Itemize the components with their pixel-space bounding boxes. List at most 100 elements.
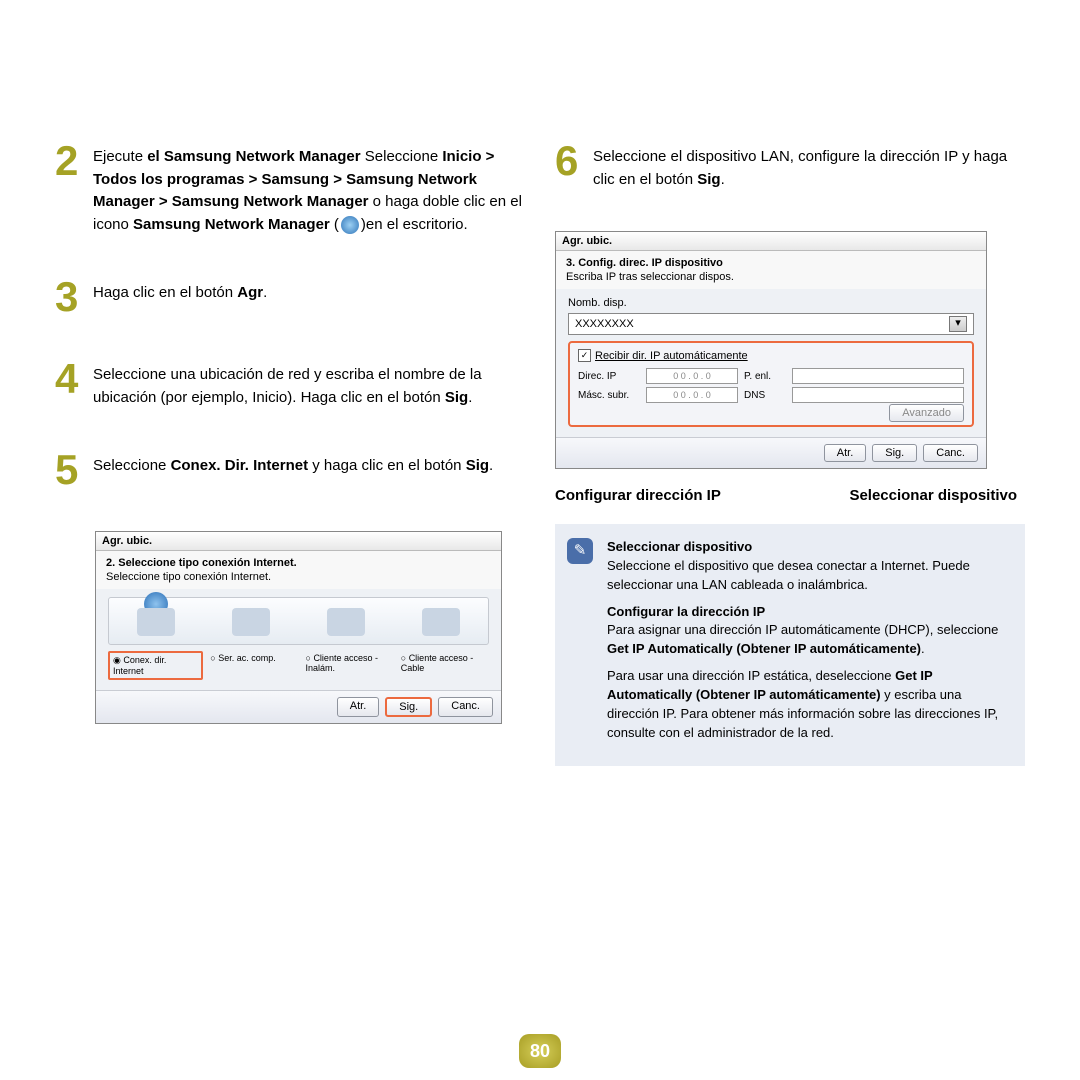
note-text: . bbox=[921, 641, 925, 656]
text: . bbox=[468, 389, 472, 406]
wizard-body: ◉ Conex. dir. Internet ○ Ser. ac. comp. … bbox=[96, 589, 501, 690]
callout-labels: Configurar dirección IP Seleccionar disp… bbox=[555, 487, 1025, 504]
step-body: Seleccione Conex. Dir. Internet y haga c… bbox=[93, 449, 493, 491]
step-number: 2 bbox=[55, 140, 93, 236]
text: ( bbox=[330, 216, 339, 233]
left-column: 2 Ejecute el Samsung Network Manager Sel… bbox=[55, 140, 525, 766]
globe-icon bbox=[341, 216, 359, 234]
step-6: 6 Seleccione el dispositivo LAN, configu… bbox=[555, 140, 1025, 191]
text: Seleccione bbox=[361, 148, 443, 165]
gateway-field[interactable] bbox=[792, 368, 964, 384]
bold: Conex. Dir. Internet bbox=[171, 457, 309, 474]
wizard-body: Nomb. disp. XXXXXXXX ▾ ✓ Recibir dir. IP… bbox=[556, 289, 986, 437]
note-icon: ✎ bbox=[567, 538, 593, 564]
text: Haga clic en el botón bbox=[93, 284, 237, 301]
computer-icon bbox=[422, 608, 460, 636]
advanced-row: Avanzado bbox=[578, 407, 964, 419]
back-button[interactable]: Atr. bbox=[824, 444, 867, 462]
wizard-desc: Seleccione tipo conexión Internet. bbox=[96, 571, 501, 589]
radio-label: Conex. dir. Internet bbox=[113, 655, 166, 676]
text: Seleccione el dispositivo LAN, configure… bbox=[593, 148, 1007, 188]
radio-label: Ser. ac. comp. bbox=[218, 653, 276, 663]
mask-field[interactable]: 0 0 . 0 . 0 bbox=[646, 387, 738, 403]
text: . bbox=[721, 171, 725, 188]
step-number: 3 bbox=[55, 276, 93, 318]
radio-label: Cliente acceso - Inalám. bbox=[306, 653, 378, 673]
window-title: Agr. ubic. bbox=[556, 232, 986, 251]
text: . bbox=[489, 457, 493, 474]
step-number: 4 bbox=[55, 358, 93, 409]
advanced-button[interactable]: Avanzado bbox=[889, 404, 964, 422]
radio-shared[interactable]: ○ Ser. ac. comp. bbox=[207, 651, 298, 680]
text: . bbox=[263, 284, 267, 301]
text: Seleccione una ubicación de red y escrib… bbox=[93, 366, 482, 406]
wizard-step-label: 3. Config. direc. IP dispositivo bbox=[556, 251, 986, 271]
checkbox-label: Recibir dir. IP automáticamente bbox=[595, 350, 748, 362]
dns-field[interactable] bbox=[792, 387, 964, 403]
button-bar: Atr. Sig. Canc. bbox=[556, 437, 986, 468]
bold: Get IP Automatically (Obtener IP automát… bbox=[607, 641, 921, 656]
callout-configure-ip: Configurar dirección IP bbox=[555, 487, 721, 504]
label: Direc. IP bbox=[578, 371, 640, 382]
note-heading: Seleccionar dispositivo bbox=[607, 539, 752, 554]
device-dropdown[interactable]: XXXXXXXX ▾ bbox=[568, 313, 974, 335]
step-5: 5 Seleccione Conex. Dir. Internet y haga… bbox=[55, 449, 525, 491]
step-3: 3 Haga clic en el botón Agr. bbox=[55, 276, 525, 318]
back-button[interactable]: Atr. bbox=[337, 697, 380, 717]
checkbox-icon: ✓ bbox=[578, 349, 591, 362]
step-4: 4 Seleccione una ubicación de red y escr… bbox=[55, 358, 525, 409]
cancel-button[interactable]: Canc. bbox=[438, 697, 493, 717]
note-heading: Configurar la dirección IP bbox=[607, 604, 765, 619]
next-button[interactable]: Sig. bbox=[385, 697, 432, 717]
window-title: Agr. ubic. bbox=[96, 532, 501, 551]
note-section: Para usar una dirección IP estática, des… bbox=[607, 667, 1009, 742]
device-label: Nomb. disp. bbox=[568, 297, 974, 309]
radio-cable-client[interactable]: ○ Cliente acceso - Cable bbox=[398, 651, 489, 680]
radio-direct-internet[interactable]: ◉ Conex. dir. Internet bbox=[108, 651, 203, 680]
bold: Samsung Network Manager bbox=[133, 216, 330, 233]
device-value: XXXXXXXX bbox=[575, 318, 634, 330]
step-number: 5 bbox=[55, 449, 93, 491]
note-text: Para usar una dirección IP estática, des… bbox=[607, 668, 895, 683]
note-box: ✎ Seleccionar dispositivo Seleccione el … bbox=[555, 524, 1025, 766]
text: y haga clic en el botón bbox=[308, 457, 466, 474]
step-body: Ejecute el Samsung Network Manager Selec… bbox=[93, 140, 525, 236]
bold: Sig bbox=[466, 457, 489, 474]
bold: el Samsung Network Manager bbox=[147, 148, 360, 165]
bold: Sig bbox=[697, 171, 720, 188]
computer-icon bbox=[232, 608, 270, 636]
label: DNS bbox=[744, 390, 786, 401]
callout-select-device: Seleccionar dispositivo bbox=[849, 487, 1017, 504]
ip-config-group: ✓ Recibir dir. IP automáticamente Direc.… bbox=[568, 341, 974, 427]
note-section: Seleccionar dispositivo Seleccione el di… bbox=[607, 538, 1009, 595]
wizard-step-label: 2. Seleccione tipo conexión Internet. bbox=[96, 551, 501, 571]
next-button[interactable]: Sig. bbox=[872, 444, 917, 462]
note-text: Seleccione el dispositivo que desea cone… bbox=[607, 558, 970, 592]
chevron-down-icon: ▾ bbox=[949, 316, 967, 332]
text: en el escritorio. bbox=[366, 216, 468, 233]
ip-field[interactable]: 0 0 . 0 . 0 bbox=[646, 368, 738, 384]
radio-wireless-client[interactable]: ○ Cliente acceso - Inalám. bbox=[303, 651, 394, 680]
label: Másc. subr. bbox=[578, 390, 640, 401]
screenshot-ip-config: Agr. ubic. 3. Config. direc. IP disposit… bbox=[555, 231, 987, 469]
bold: Sig bbox=[445, 389, 468, 406]
mask-row: Másc. subr. 0 0 . 0 . 0 DNS bbox=[578, 387, 964, 403]
computer-icon bbox=[137, 608, 175, 636]
text: Seleccione bbox=[93, 457, 171, 474]
computer-icon bbox=[327, 608, 365, 636]
label: P. enl. bbox=[744, 371, 786, 382]
wizard-desc: Escriba IP tras seleccionar dispos. bbox=[556, 271, 986, 289]
cancel-button[interactable]: Canc. bbox=[923, 444, 978, 462]
note-section: Configurar la dirección IP Para asignar … bbox=[607, 603, 1009, 660]
right-column: 6 Seleccione el dispositivo LAN, configu… bbox=[555, 140, 1025, 766]
screenshot-connection-type: Agr. ubic. 2. Seleccione tipo conexión I… bbox=[95, 531, 502, 724]
page-number: 80 bbox=[519, 1034, 561, 1068]
auto-ip-checkbox[interactable]: ✓ Recibir dir. IP automáticamente bbox=[578, 349, 964, 362]
radio-label: Cliente acceso - Cable bbox=[401, 653, 473, 673]
step-body: Haga clic en el botón Agr. bbox=[93, 276, 267, 318]
radio-options: ◉ Conex. dir. Internet ○ Ser. ac. comp. … bbox=[108, 651, 489, 680]
step-body: Seleccione el dispositivo LAN, configure… bbox=[593, 140, 1025, 191]
ip-row: Direc. IP 0 0 . 0 . 0 P. enl. bbox=[578, 368, 964, 384]
note-text: Para asignar una dirección IP automática… bbox=[607, 622, 998, 637]
page: 2 Ejecute el Samsung Network Manager Sel… bbox=[0, 0, 1080, 766]
